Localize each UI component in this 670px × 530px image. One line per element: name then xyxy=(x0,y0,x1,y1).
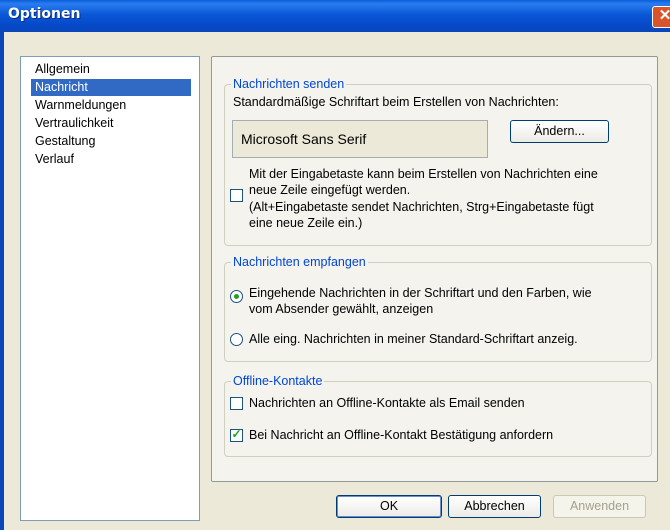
checkmark-icon: ✓ xyxy=(231,427,242,441)
apply-button[interactable]: Anwenden xyxy=(553,495,646,518)
options-dialog: Optionen ✕ Allgemein Nachricht Warnmeldu… xyxy=(0,0,670,530)
enter-key-text-4: eine neue Zeile ein.) xyxy=(249,216,363,230)
category-list: Allgemein Nachricht Warnmeldungen Vertra… xyxy=(20,56,200,521)
offline-email-label: Nachrichten an Offline-Kontakte als Emai… xyxy=(249,396,525,410)
nav-item-gestaltung[interactable]: Gestaltung xyxy=(31,133,191,150)
group-receive-legend: Nachrichten empfangen xyxy=(231,255,368,270)
nav-item-allgemein[interactable]: Allgemein xyxy=(31,61,191,78)
font-name: Microsoft Sans Serif xyxy=(241,131,367,147)
change-font-button[interactable]: Ändern... xyxy=(510,120,609,143)
font-display: Microsoft Sans Serif xyxy=(232,120,488,158)
nav-item-nachricht[interactable]: Nachricht xyxy=(31,79,191,96)
receive-sender-font-text-1: Eingehende Nachrichten in der Schriftart… xyxy=(249,286,592,300)
nav-item-vertraulichkeit[interactable]: Vertraulichkeit xyxy=(31,115,191,132)
offline-confirm-checkbox[interactable]: ✓ xyxy=(230,427,243,442)
enter-key-checkbox[interactable] xyxy=(230,189,243,202)
ok-button[interactable]: OK xyxy=(336,495,442,518)
nav-item-verlauf[interactable]: Verlauf xyxy=(31,151,191,168)
receive-default-font-text: Alle eing. Nachrichten in meiner Standar… xyxy=(249,332,578,346)
receive-default-font-radio[interactable] xyxy=(230,333,243,346)
receive-sender-font-text-2: vom Absender gewählt, anzeigen xyxy=(249,302,434,316)
receive-sender-font-radio[interactable] xyxy=(230,290,243,303)
close-button[interactable]: ✕ xyxy=(652,6,670,28)
font-label: Standardmäßige Schriftart beim Erstellen… xyxy=(233,95,559,109)
offline-email-checkbox[interactable] xyxy=(230,397,243,410)
radio-selected-dot xyxy=(234,294,239,299)
cancel-button[interactable]: Abbrechen xyxy=(448,495,541,518)
window-title: Optionen xyxy=(8,6,81,22)
title-bar[interactable]: Optionen ✕ xyxy=(0,0,670,32)
enter-key-text-2: neue Zeile eingefügt werden. xyxy=(249,183,411,197)
group-offline: Offline-Kontakte xyxy=(224,374,652,457)
enter-key-text-3: (Alt+Eingabetaste sendet Nachrichten, St… xyxy=(249,200,594,214)
group-send-legend: Nachrichten senden xyxy=(231,77,347,92)
group-offline-legend: Offline-Kontakte xyxy=(231,374,325,389)
close-icon: ✕ xyxy=(658,7,670,24)
nav-item-warnmeldungen[interactable]: Warnmeldungen xyxy=(31,97,191,114)
offline-confirm-label: Bei Nachricht an Offline-Kontakt Bestäti… xyxy=(249,428,554,442)
enter-key-text-1: Mit der Eingabetaste kann beim Erstellen… xyxy=(249,167,598,181)
